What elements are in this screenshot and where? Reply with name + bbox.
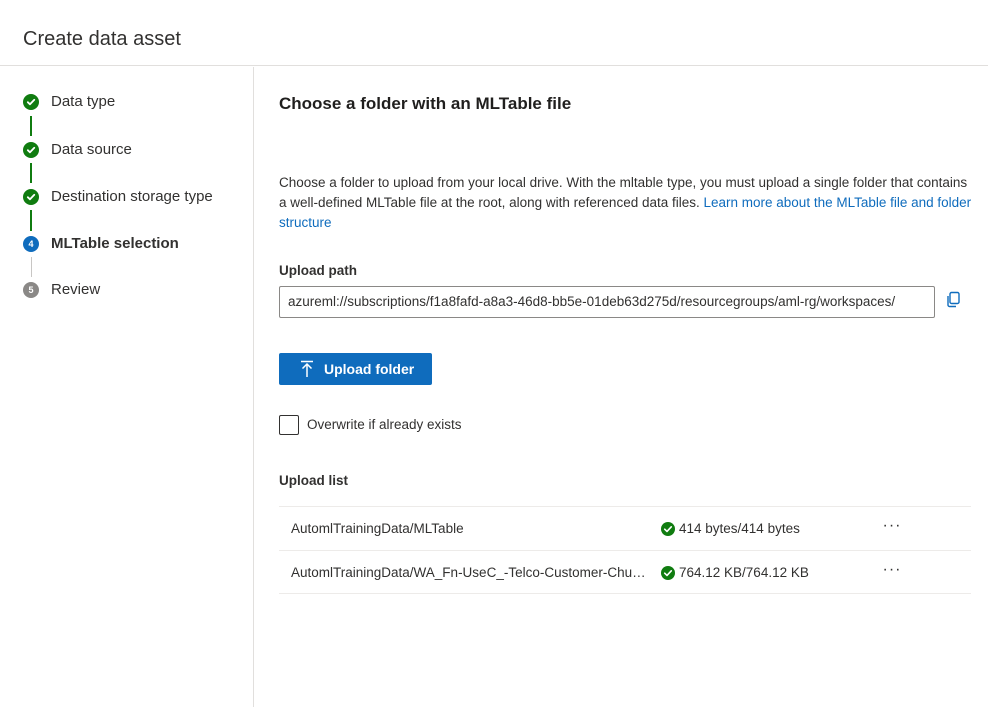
step-destination-storage-type[interactable]: Destination storage type: [23, 186, 248, 208]
upload-status: 764.12 KB/764.12 KB: [679, 565, 809, 580]
overwrite-label[interactable]: Overwrite if already exists: [307, 416, 462, 434]
upload-path-field[interactable]: azureml://subscriptions/f1a8fafd-a8a3-46…: [279, 286, 935, 318]
step-mltable-selection[interactable]: 4 MLTable selection: [23, 233, 248, 255]
more-options-icon[interactable]: ···: [881, 517, 903, 537]
step-label: Data type: [51, 93, 116, 110]
step-label: MLTable selection: [51, 235, 179, 252]
step-label: Destination storage type: [51, 188, 213, 205]
step-review[interactable]: 5 Review: [23, 279, 248, 301]
panel-header: Create data asset: [0, 0, 988, 66]
more-options-icon[interactable]: ···: [881, 561, 903, 581]
upload-arrow-icon: [299, 360, 315, 378]
upload-status: 414 bytes/414 bytes: [679, 521, 800, 536]
step-data-source[interactable]: Data source: [23, 139, 248, 161]
copy-icon[interactable]: [945, 291, 967, 313]
file-name: AutomlTrainingData/WA_Fn-UseC_-Telco-Cus…: [291, 565, 646, 580]
checkmark-circle-icon: [23, 189, 39, 205]
main-content: Choose a folder with an MLTable file Cho…: [255, 67, 988, 707]
overwrite-checkbox[interactable]: [279, 415, 299, 435]
upload-list-label: Upload list: [279, 473, 349, 488]
upload-list-row: AutomlTrainingData/WA_Fn-UseC_-Telco-Cus…: [279, 550, 971, 594]
section-heading: Choose a folder with an MLTable file: [279, 94, 572, 113]
step-number-badge: 4: [23, 236, 39, 252]
step-connector: [30, 163, 32, 183]
checkmark-circle-icon: [661, 522, 675, 536]
upload-folder-button[interactable]: Upload folder: [279, 353, 432, 385]
page-title: Create data asset: [23, 28, 181, 50]
section-description: Choose a folder to upload from your loca…: [279, 173, 974, 233]
checkmark-circle-icon: [23, 94, 39, 110]
step-label: Data source: [51, 141, 132, 158]
step-connector: [31, 257, 32, 277]
step-label: Review: [51, 281, 101, 298]
wizard-steps-sidebar: Data type Data source Destination storag…: [0, 67, 254, 707]
checkmark-circle-icon: [23, 142, 39, 158]
step-data-type[interactable]: Data type: [23, 91, 248, 113]
step-connector: [30, 210, 32, 231]
upload-list: AutomlTrainingData/MLTable 414 bytes/414…: [279, 506, 971, 594]
upload-button-label: Upload folder: [324, 361, 415, 377]
file-name: AutomlTrainingData/MLTable: [291, 521, 464, 536]
upload-path-label: Upload path: [279, 263, 357, 278]
step-number-badge: 5: [23, 282, 39, 298]
upload-list-row: AutomlTrainingData/MLTable 414 bytes/414…: [279, 506, 971, 550]
checkmark-circle-icon: [661, 566, 675, 580]
step-connector: [30, 116, 32, 136]
